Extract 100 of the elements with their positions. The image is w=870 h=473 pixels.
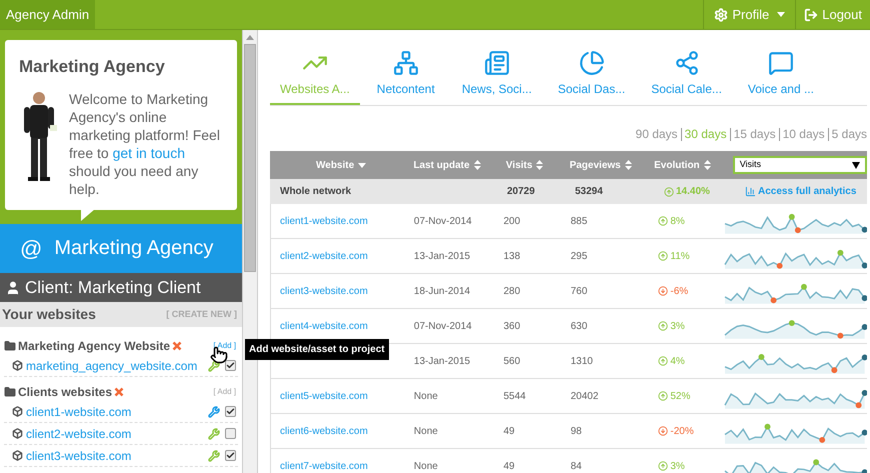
table-cell-text: 1310: [570, 354, 594, 368]
column-header[interactable]: Last update: [409, 158, 504, 172]
arrow-down-circle-icon: [658, 426, 668, 436]
analytics-link[interactable]: Access full analytics: [745, 184, 856, 199]
arrow-up-circle-icon: [658, 356, 668, 366]
website-link[interactable]: marketing_agency_website.com: [26, 356, 198, 374]
checkbox[interactable]: [225, 360, 236, 371]
module-tab[interactable]: Social Cale...: [641, 50, 732, 105]
user-icon: [5, 280, 21, 296]
tooltip: Add website/asset to project: [245, 339, 389, 360]
scrollbar-thumb[interactable]: [244, 44, 256, 272]
table-cell-text: 49: [502, 424, 516, 438]
table-cell-text: 07-Nov-2014: [412, 320, 473, 334]
table-cell-text: None: [412, 390, 439, 404]
website-link[interactable]: client5-website.com: [280, 390, 368, 402]
arrow-up-circle-icon: [658, 216, 668, 226]
period-link[interactable]: 5 days: [828, 128, 867, 141]
module-tab[interactable]: News, Soci...: [452, 50, 542, 105]
wrench-icon[interactable]: [208, 360, 220, 372]
caret-icon: [777, 12, 786, 17]
websites-title: Your websites: [2, 305, 96, 324]
website-link[interactable]: client7-website.com: [280, 460, 368, 472]
website-link[interactable]: client2-website.com: [280, 250, 368, 262]
delete-icon[interactable]: [172, 340, 182, 350]
arrow-up-circle-icon: [664, 186, 674, 196]
table-cell-text: 885: [570, 214, 588, 228]
group-name: Clients websites: [18, 384, 112, 400]
table-cell-text: Whole network: [279, 185, 352, 199]
website-link[interactable]: client3-website.com: [280, 286, 368, 296]
table-cell-text: 295: [570, 250, 588, 264]
delete-icon[interactable]: [114, 386, 124, 396]
get-in-touch-link[interactable]: get in touch: [112, 144, 185, 160]
scroll-up-icon[interactable]: [246, 35, 254, 40]
module-tab[interactable]: Websites A...: [270, 50, 360, 105]
welcome-title: Marketing Agency: [19, 56, 166, 78]
table-cell-text: 760: [570, 284, 588, 298]
create-new-link[interactable]: [ CREATE NEW ]: [166, 308, 240, 322]
table-cell-text: None: [412, 424, 439, 438]
column-header[interactable]: Visits: [504, 158, 564, 172]
column-header[interactable]: Evolution: [648, 158, 723, 172]
logout-button[interactable]: Logout: [795, 0, 870, 29]
website-link[interactable]: client1-website.com: [280, 216, 368, 226]
logout-icon: [804, 8, 818, 22]
table-cell-text: 20402: [570, 390, 600, 404]
website-link[interactable]: client2-website.com: [26, 424, 132, 442]
metric-select[interactable]: Visits: [732, 156, 867, 174]
chat-bubble-icon: [768, 50, 794, 76]
cube-icon: [12, 360, 23, 371]
column-header[interactable]: Pageviews: [564, 158, 648, 172]
table-cell: 14.40%: [650, 184, 745, 199]
table-cell: 3%: [644, 458, 724, 473]
cube-icon: [12, 450, 23, 461]
table-cell-text: 138: [502, 250, 522, 264]
website-link[interactable]: client6-website.com: [280, 426, 368, 436]
module-tab[interactable]: Voice and ...: [738, 50, 824, 105]
checkbox[interactable]: [225, 428, 236, 439]
add-link[interactable]: [ Add ]: [213, 386, 238, 398]
network-icon: [392, 50, 419, 76]
folder-icon: [4, 340, 16, 352]
breadcrumb-title[interactable]: Agency Admin: [0, 0, 96, 29]
profile-menu-button[interactable]: Profile: [703, 0, 796, 29]
share-icon: [674, 50, 700, 76]
arrow-up-circle-icon: [658, 461, 668, 471]
cube-icon: [12, 428, 23, 439]
dropdown-arrow-icon: [852, 162, 860, 168]
table-cell-text: 280: [502, 284, 522, 298]
period-link[interactable]: 15 days: [730, 128, 776, 141]
table-cell: -6%: [644, 284, 724, 298]
table-cell-text: None: [412, 460, 439, 473]
checkbox[interactable]: [225, 450, 236, 461]
website-link[interactable]: client4-website.com: [280, 320, 368, 332]
table-cell-text: 200: [502, 214, 522, 228]
table-cell-text: 07-Nov-2014: [412, 214, 473, 228]
table-cell-text: 49: [502, 460, 516, 473]
client-label: Client: Marketing Client: [25, 276, 201, 299]
website-link[interactable]: client3-website.com: [26, 446, 132, 464]
table-cell-text: 630: [570, 320, 588, 334]
module-tab[interactable]: Social Das...: [548, 50, 636, 105]
table-cell-text: 20729: [506, 185, 536, 199]
folder-icon: [4, 386, 16, 398]
module-tab[interactable]: Netcontent: [366, 50, 446, 105]
table-cell: 4%: [644, 354, 724, 368]
table-cell-text: 98: [570, 424, 583, 438]
table-cell-text: 5544: [502, 390, 527, 404]
settings-icon: [714, 8, 728, 22]
period-link[interactable]: 90 days: [636, 128, 678, 141]
brand-name: Marketing Agency: [54, 236, 214, 262]
table-cell-text: 18-Jun-2014: [412, 284, 472, 298]
table-cell: 3%: [644, 318, 724, 334]
period-link[interactable]: 30 days: [680, 128, 727, 141]
period-link[interactable]: 10 days: [778, 128, 825, 141]
arrow-down-circle-icon: [658, 286, 668, 296]
table-cell-text: 360: [502, 320, 522, 334]
table-cell-text: 53294: [574, 185, 604, 199]
bar-chart-icon: [745, 186, 756, 197]
column-header[interactable]: Website: [270, 158, 410, 172]
group-name: Marketing Agency Website: [18, 338, 170, 354]
table-cell: 52%: [644, 388, 724, 404]
website-link[interactable]: client1-website.com: [26, 402, 132, 420]
checkbox[interactable]: [225, 406, 236, 417]
